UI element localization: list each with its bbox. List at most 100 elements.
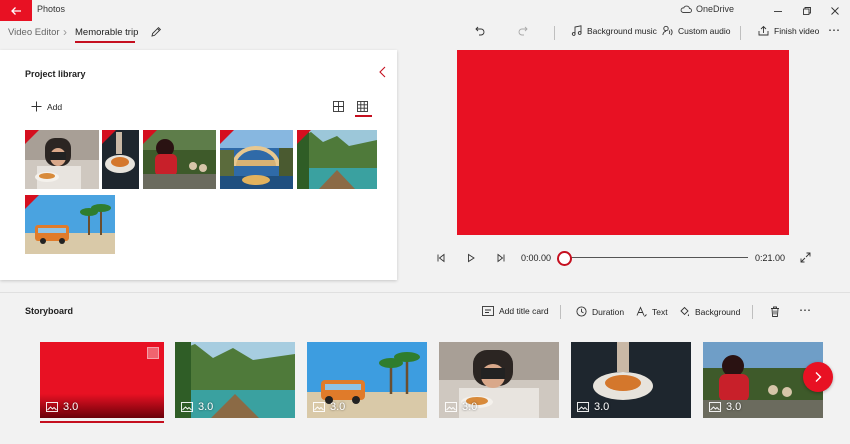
seek-bar[interactable]	[568, 257, 748, 258]
restore-button[interactable]	[793, 0, 821, 21]
play-icon	[468, 253, 475, 263]
grid-small-icon	[357, 101, 368, 112]
fullscreen-button[interactable]	[800, 252, 811, 263]
text-icon	[636, 306, 647, 317]
current-time: 0:00.00	[521, 253, 552, 263]
collapse-library-button[interactable]	[378, 66, 388, 78]
library-item-bridge-night[interactable]	[220, 130, 293, 189]
storyboard-clip[interactable]: 3.0	[40, 342, 164, 418]
pencil-icon	[151, 26, 162, 37]
library-item-mascot-parade[interactable]	[143, 130, 216, 189]
image-icon	[709, 402, 721, 412]
previous-frame-button[interactable]	[436, 253, 446, 263]
toolbar-divider	[560, 305, 561, 319]
rename-project-button[interactable]	[150, 26, 162, 38]
clip-duration: 3.0	[181, 401, 213, 413]
image-icon	[445, 402, 457, 412]
library-item-photographer-food[interactable]	[25, 130, 99, 189]
used-marker	[25, 195, 39, 209]
finish-video-label: Finish video	[774, 25, 820, 36]
plus-icon	[31, 101, 42, 112]
storyboard-clip[interactable]: 3.0	[571, 342, 691, 418]
step-forward-icon	[497, 253, 505, 263]
custom-audio-label: Custom audio	[678, 25, 731, 36]
storyboard-more-button[interactable]: ⋯	[799, 303, 811, 317]
text-label: Text	[652, 306, 668, 317]
clip-duration: 3.0	[709, 401, 741, 413]
used-marker	[25, 130, 39, 144]
undo-button[interactable]	[474, 25, 486, 37]
small-thumbnails-view-button[interactable]	[357, 101, 368, 112]
breadcrumb-project-name: Memorable trip	[75, 27, 139, 38]
onedrive-label: OneDrive	[696, 4, 735, 14]
add-media-label: Add	[47, 101, 63, 112]
clip-duration-value: 3.0	[198, 401, 214, 413]
background-music-button[interactable]: Background music	[571, 25, 657, 36]
scroll-storyboard-right-button[interactable]	[803, 362, 833, 392]
storyboard-clip[interactable]: 3.0	[307, 342, 427, 418]
storyboard-clip[interactable]: 3.0	[439, 342, 559, 418]
library-item-beach-bus[interactable]	[25, 195, 115, 254]
total-time: 0:21.00	[755, 253, 786, 263]
library-item-pasta-plate[interactable]	[102, 130, 139, 189]
selected-clip-underline	[40, 421, 164, 423]
storyboard-clip[interactable]: 3.0	[175, 342, 295, 418]
background-label: Background	[695, 306, 741, 317]
add-media-button[interactable]: Add	[31, 101, 62, 112]
clip-duration: 3.0	[46, 401, 78, 413]
background-music-label: Background music	[587, 25, 657, 36]
restore-icon	[803, 6, 811, 15]
next-frame-button[interactable]	[496, 253, 506, 263]
chevron-right-icon	[815, 372, 822, 382]
active-view-underline	[355, 115, 372, 117]
background-button[interactable]: Background	[679, 306, 740, 317]
close-button[interactable]	[821, 0, 849, 21]
back-button[interactable]	[0, 0, 32, 21]
clip-duration: 3.0	[445, 401, 477, 413]
clip-select-checkbox[interactable]	[147, 347, 159, 359]
clip-duration-value: 3.0	[594, 401, 610, 413]
used-marker	[102, 130, 116, 144]
minimize-button[interactable]	[764, 0, 792, 21]
breadcrumb-active-underline	[75, 41, 135, 43]
music-note-icon	[571, 25, 582, 36]
step-back-icon	[437, 253, 445, 263]
library-item-boat-lagoon[interactable]	[297, 130, 377, 189]
redo-button[interactable]	[517, 25, 529, 37]
finish-video-button[interactable]: Finish video	[758, 25, 819, 36]
clock-icon	[576, 306, 587, 317]
seek-handle[interactable]	[557, 251, 572, 266]
duration-label: Duration	[592, 306, 625, 317]
used-marker	[220, 130, 234, 144]
play-button[interactable]	[466, 253, 476, 263]
video-preview[interactable]	[457, 50, 789, 235]
onedrive-status[interactable]: OneDrive	[680, 4, 734, 14]
add-title-card-button[interactable]: Add title card	[482, 306, 549, 316]
app-title: Photos	[37, 4, 66, 14]
image-icon	[46, 402, 58, 412]
more-icon: ⋯	[828, 23, 840, 37]
toolbar-divider	[554, 26, 555, 40]
used-marker	[143, 130, 157, 144]
export-icon	[758, 25, 769, 36]
image-icon	[577, 402, 589, 412]
large-thumbnails-view-button[interactable]	[333, 101, 344, 112]
arrow-left-icon	[11, 6, 21, 15]
breadcrumb-video-editor[interactable]: Video Editor	[8, 27, 60, 38]
chevron-right-icon: ›	[63, 25, 67, 39]
clip-duration-value: 3.0	[726, 401, 742, 413]
more-options-button[interactable]: ⋯	[828, 23, 840, 37]
clip-duration-value: 3.0	[330, 401, 346, 413]
toolbar-divider	[740, 26, 741, 40]
delete-clip-button[interactable]	[770, 306, 780, 317]
clip-duration: 3.0	[313, 401, 345, 413]
storyboard-divider	[0, 292, 850, 293]
used-marker	[297, 130, 311, 144]
duration-button[interactable]: Duration	[576, 306, 624, 317]
custom-audio-icon	[662, 25, 673, 36]
text-button[interactable]: Text	[636, 306, 668, 317]
chevron-left-icon	[379, 66, 386, 78]
close-icon	[831, 6, 839, 15]
custom-audio-button[interactable]: Custom audio	[662, 25, 730, 36]
clip-duration: 3.0	[577, 401, 609, 413]
